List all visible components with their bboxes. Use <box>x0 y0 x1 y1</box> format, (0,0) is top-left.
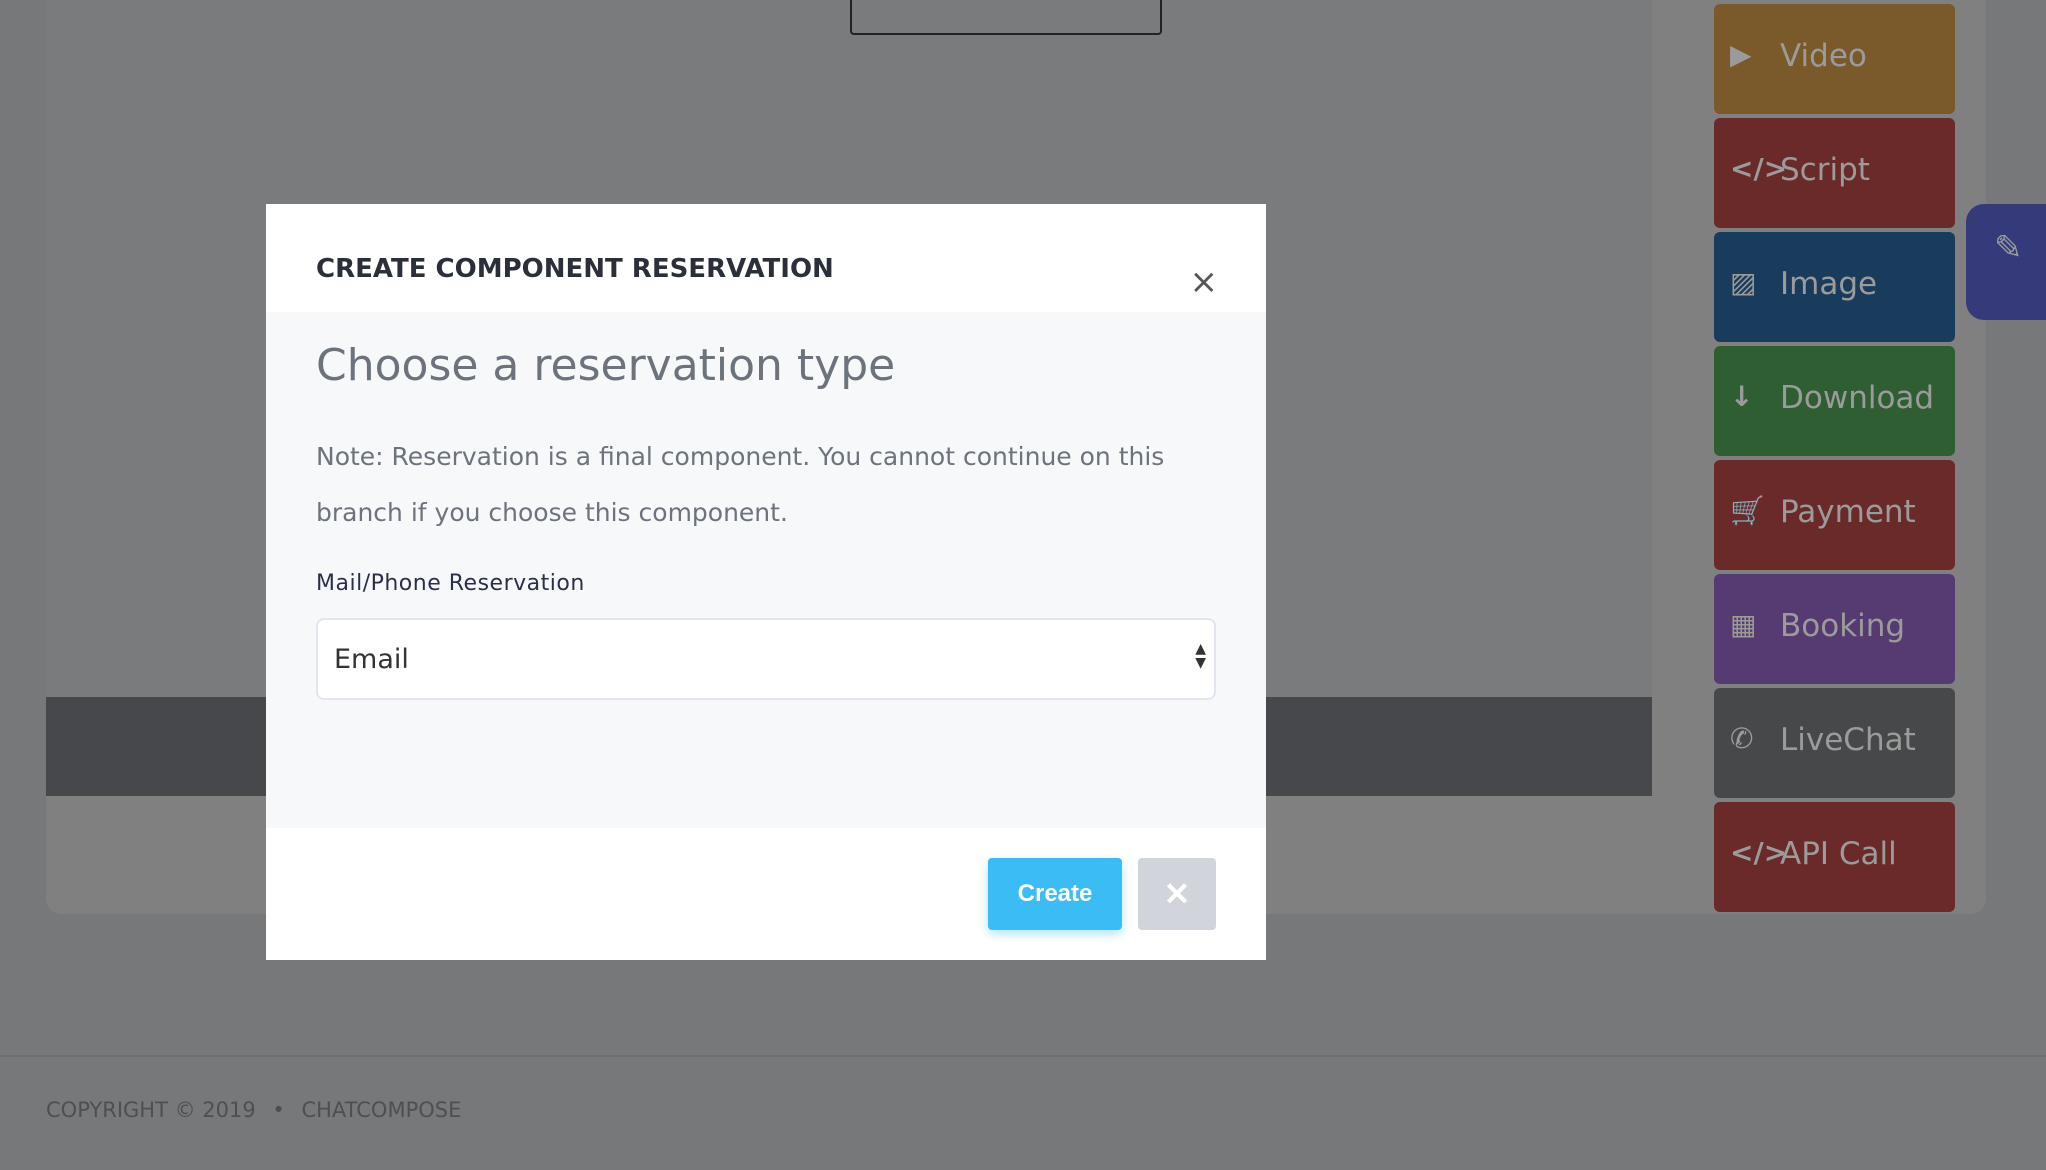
modal-heading: Choose a reservation type <box>316 340 896 391</box>
component-api-call[interactable]: </> API Call <box>1714 802 1955 912</box>
modal-footer: Create ✕ <box>266 828 1266 930</box>
calendar-icon: ▦ <box>1730 608 1757 641</box>
brand-link[interactable]: CHATCOMPOSE <box>301 1098 461 1122</box>
copyright: COPYRIGHT © 2019 <box>46 1098 256 1122</box>
reservation-modal: CREATE COMPONENT RESERVATION × Choose a … <box>266 204 1266 960</box>
component-download[interactable]: ↓ Download <box>1714 346 1955 456</box>
component-label: Script <box>1780 152 1870 188</box>
component-livechat[interactable]: ✆ LiveChat <box>1714 688 1955 798</box>
component-label: API Call <box>1780 836 1897 872</box>
component-label: LiveChat <box>1780 722 1916 758</box>
field-label: Mail/Phone Reservation <box>316 571 585 596</box>
select-arrows-icon: ▲ ▼ <box>1195 641 1206 671</box>
component-script[interactable]: </> Script <box>1714 118 1955 228</box>
play-icon: ▶ <box>1730 38 1752 71</box>
edit-tab[interactable]: ✎ <box>1966 204 2046 320</box>
component-label: Payment <box>1780 494 1916 530</box>
phone-icon: ✆ <box>1730 722 1754 755</box>
arrow-down-icon: ↓ <box>1730 380 1754 413</box>
reservation-type-select[interactable]: Email ▲ ▼ <box>316 618 1216 700</box>
cancel-button[interactable]: ✕ <box>1138 858 1216 930</box>
component-booking[interactable]: ▦ Booking <box>1714 574 1955 684</box>
component-payment[interactable]: 🛒 Payment <box>1714 460 1955 570</box>
component-label: Download <box>1780 380 1935 416</box>
component-label: Booking <box>1780 608 1906 644</box>
modal-title: CREATE COMPONENT RESERVATION <box>316 254 834 284</box>
component-image[interactable]: ▨ Image <box>1714 232 1955 342</box>
component-label: Image <box>1780 266 1878 302</box>
edit-icon: ✎ <box>1994 228 2023 268</box>
select-value: Email <box>334 644 409 675</box>
footer-divider <box>0 1055 2046 1057</box>
modal-header: CREATE COMPONENT RESERVATION × <box>266 204 1266 312</box>
modal-body: Choose a reservation type Note: Reservat… <box>266 312 1266 828</box>
close-icon[interactable]: × <box>1190 262 1219 302</box>
code-icon: </> <box>1730 152 1788 185</box>
code-icon: </> <box>1730 836 1788 869</box>
component-label: Video <box>1780 38 1867 74</box>
footer-separator: • <box>272 1098 285 1122</box>
flow-node[interactable] <box>850 0 1162 35</box>
component-video[interactable]: ▶ Video <box>1714 4 1955 114</box>
create-button[interactable]: Create <box>988 858 1122 930</box>
cart-icon: 🛒 <box>1730 494 1765 527</box>
image-icon: ▨ <box>1730 266 1757 299</box>
footer: COPYRIGHT © 2019 • CHATCOMPOSE <box>46 1098 461 1122</box>
modal-note: Note: Reservation is a final component. … <box>316 442 1165 527</box>
